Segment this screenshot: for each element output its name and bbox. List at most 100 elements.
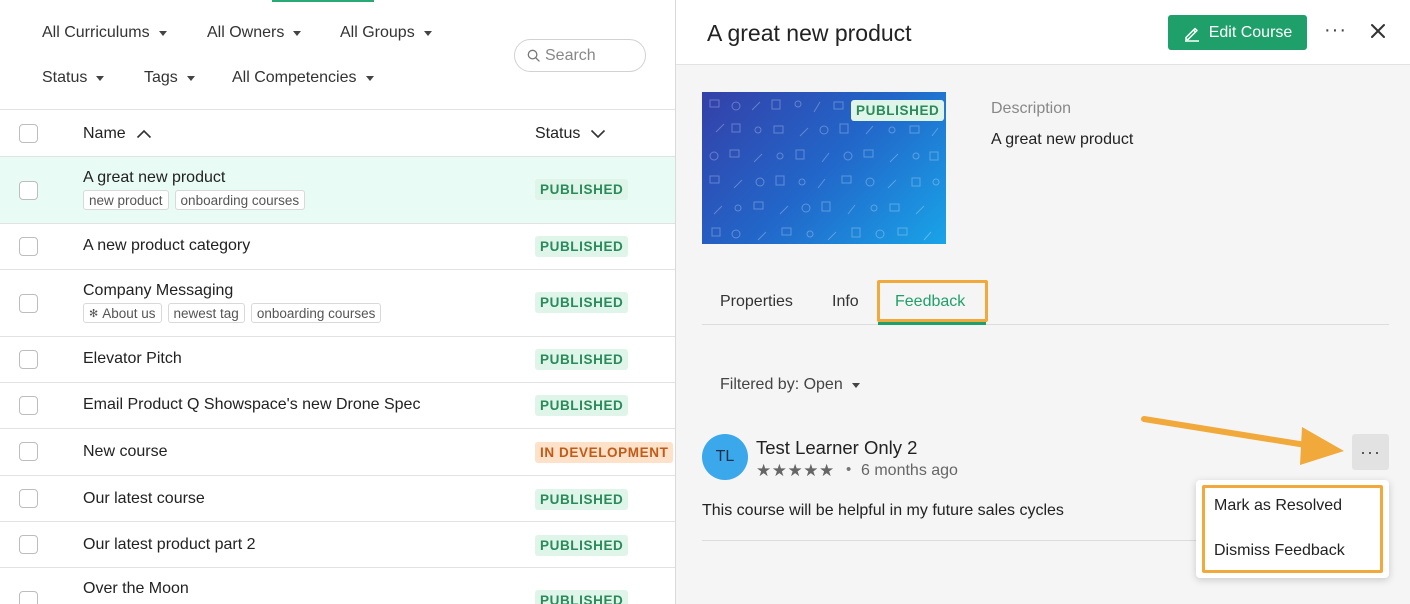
star-rating-icon: ★★★★★ (756, 461, 835, 480)
close-icon[interactable] (1370, 23, 1386, 39)
row-checkbox[interactable] (19, 396, 38, 415)
filter-status[interactable]: Status (42, 69, 105, 87)
caret-down-icon (158, 30, 167, 36)
slack-icon: ✻ (89, 307, 99, 320)
name-column-label: Name (83, 125, 126, 142)
row-name: Elevator Pitch (83, 350, 182, 367)
tag-label: new product (89, 192, 163, 208)
row-name: A new product category (83, 237, 251, 254)
status-badge: PUBLISHED (535, 489, 629, 510)
description-text: A great new product (991, 131, 1134, 148)
detail-title: A great new product (707, 20, 912, 46)
table-row[interactable]: Company Messaging ✻ About us newest tag o… (0, 270, 675, 337)
filter-owners[interactable]: All Owners (207, 24, 302, 42)
table-row[interactable]: Elevator Pitch PUBLISHED (0, 337, 675, 383)
dismiss-feedback-menu-item[interactable]: Dismiss Feedback (1214, 542, 1345, 560)
status-badge: PUBLISHED (535, 349, 629, 370)
filter-owners-label: All Owners (207, 24, 285, 41)
filter-groups-label: All Groups (340, 24, 415, 41)
tag-label: onboarding courses (256, 305, 376, 321)
row-checkbox[interactable] (19, 489, 38, 508)
status-badge: PUBLISHED (535, 590, 629, 604)
avatar-initials: TL (715, 448, 735, 465)
table-row[interactable]: Our latest course PUBLISHED (0, 476, 675, 522)
filter-status-label: Status (42, 69, 88, 86)
feedback-time: 6 months ago (861, 462, 958, 479)
row-name: A great new product (83, 169, 226, 186)
feedback-filter-dropdown[interactable]: Filtered by: Open (720, 376, 860, 394)
row-checkbox[interactable] (19, 535, 38, 554)
table-header: Name Status (0, 110, 675, 157)
name-column-header[interactable]: Name (83, 125, 152, 143)
table-row[interactable]: Email Product Q Showspace's new Drone Sp… (0, 383, 675, 429)
filter-groups[interactable]: All Groups (340, 24, 432, 42)
status-column-label: Status (535, 125, 581, 142)
search-box[interactable] (514, 39, 646, 72)
tab-info[interactable]: Info (832, 293, 859, 311)
row-checkbox[interactable] (19, 294, 38, 313)
detail-header: A great new product Edit Course ··· (676, 0, 1410, 65)
row-checkbox[interactable] (19, 237, 38, 256)
edit-course-label: Edit Course (1208, 23, 1293, 41)
select-all-checkbox[interactable] (19, 124, 38, 143)
row-checkbox[interactable] (19, 442, 38, 461)
tag-chip: ✻ About us (83, 303, 162, 323)
active-tab-indicator (878, 322, 986, 325)
filter-bar: All Curriculums All Owners All Groups St… (0, 0, 675, 110)
search-input[interactable] (545, 46, 635, 65)
filter-curriculums[interactable]: All Curriculums (42, 24, 167, 42)
filter-tags[interactable]: Tags (144, 69, 195, 87)
caret-down-icon (423, 30, 432, 36)
feedback-author: Test Learner Only 2 (756, 437, 918, 458)
course-list-pane: All Curriculums All Owners All Groups St… (0, 0, 675, 604)
more-options-button[interactable]: ··· (1324, 19, 1347, 42)
course-detail-pane: A great new product Edit Course ··· PUBL… (676, 0, 1410, 604)
sort-ascending-icon (136, 129, 151, 139)
status-badge: PUBLISHED (535, 395, 629, 416)
caret-down-icon (365, 75, 374, 81)
row-checkbox[interactable] (19, 181, 38, 200)
search-icon (527, 49, 540, 62)
feedback-divider (702, 540, 1222, 541)
row-name: Our latest product part 2 (83, 536, 256, 553)
thumbnail-status-badge: PUBLISHED (851, 100, 945, 121)
chevron-down-icon (591, 129, 606, 139)
caret-down-icon (96, 75, 105, 81)
table-row[interactable]: A great new product new product onboardi… (0, 157, 675, 224)
mark-as-resolved-menu-item[interactable]: Mark as Resolved (1214, 497, 1342, 515)
tab-feedback[interactable]: Feedback (895, 293, 965, 311)
filter-competencies[interactable]: All Competencies (232, 69, 374, 87)
edit-course-button[interactable]: Edit Course (1168, 15, 1307, 50)
table-row[interactable]: Our latest product part 2 PUBLISHED (0, 522, 675, 568)
feedback-more-button[interactable]: ··· (1352, 434, 1389, 470)
caret-down-icon (851, 382, 860, 388)
status-badge: PUBLISHED (535, 535, 629, 556)
feedback-filter-label: Filtered by: Open (720, 376, 843, 393)
feedback-actions-menu (1196, 480, 1389, 578)
caret-down-icon (186, 75, 195, 81)
row-checkbox[interactable] (19, 591, 38, 604)
separator-dot: • (846, 461, 852, 478)
tag-chip: onboarding courses (174, 190, 306, 210)
table-row[interactable]: New course IN DEVELOPMENT (0, 429, 675, 476)
tab-properties[interactable]: Properties (720, 293, 793, 311)
feedback-text: This course will be helpful in my future… (702, 502, 1064, 519)
row-name: Company Messaging (83, 282, 234, 299)
avatar: TL (702, 434, 748, 480)
row-checkbox[interactable] (19, 350, 38, 369)
table-row[interactable]: A new product category PUBLISHED (0, 224, 675, 270)
row-name: Over the Moon (83, 580, 189, 597)
row-name: Email Product Q Showspace's new Drone Sp… (83, 396, 421, 413)
tag-label: About us (102, 305, 156, 321)
row-name: Our latest course (83, 490, 205, 507)
filter-competencies-label: All Competencies (232, 69, 357, 86)
row-tags: ✻ About us newest tag onboarding courses (83, 303, 382, 323)
tag-chip: onboarding courses (250, 303, 382, 323)
tag-label: onboarding courses (180, 192, 300, 208)
description-label: Description (991, 100, 1072, 117)
status-column-header[interactable]: Status (535, 125, 606, 143)
status-badge: IN DEVELOPMENT (535, 442, 674, 463)
tabs-baseline (702, 324, 1389, 325)
tag-chip: new product (83, 190, 169, 210)
table-row[interactable]: Over the Moon PUBLISHED (0, 568, 675, 604)
